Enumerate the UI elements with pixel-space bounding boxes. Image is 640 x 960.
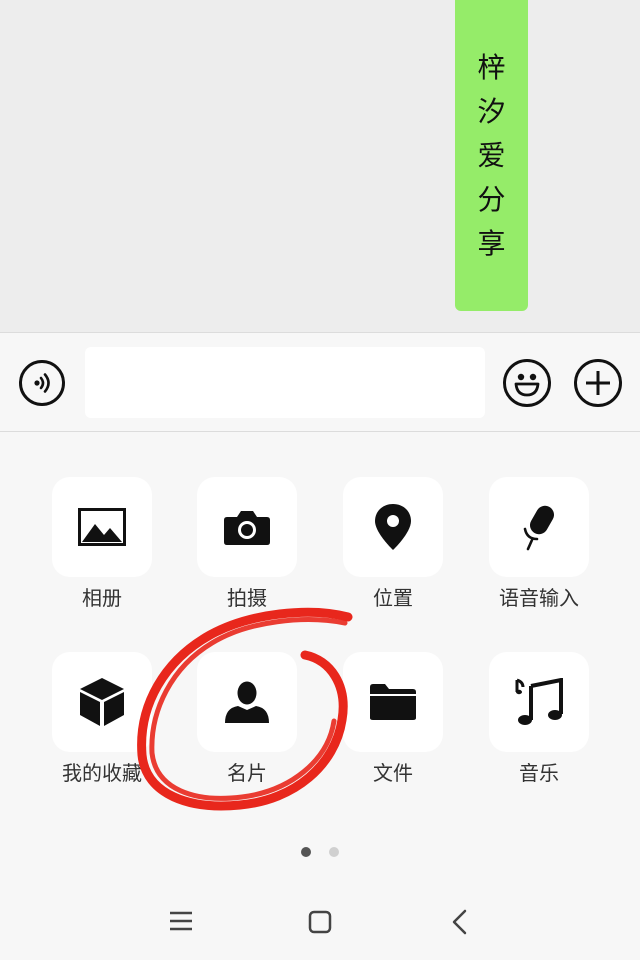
camera-icon <box>224 511 270 545</box>
camera-label: 拍摄 <box>227 586 267 610</box>
system-nav-bar <box>0 882 640 960</box>
voice-input-label: 语音输入 <box>499 586 579 610</box>
music-note-icon <box>515 678 563 725</box>
message-text-char: 汐 <box>477 94 506 128</box>
emoji-button[interactable] <box>503 359 551 407</box>
location-pin-icon <box>375 504 411 550</box>
favorites-label: 我的收藏 <box>62 761 142 785</box>
message-text-char: 爱 <box>477 138 506 172</box>
back-chevron-icon[interactable] <box>450 909 468 935</box>
emoji-icon <box>514 373 540 397</box>
message-bubble[interactable]: 梓 汐 爱 分 享 <box>455 0 528 311</box>
file-button[interactable] <box>343 652 443 752</box>
location-button[interactable] <box>343 477 443 577</box>
file-label: 文件 <box>373 761 413 785</box>
message-input[interactable] <box>85 347 485 418</box>
message-text-char: 享 <box>477 226 506 260</box>
page-dot[interactable] <box>329 847 339 857</box>
contact-card-label: 名片 <box>227 761 267 785</box>
location-label: 位置 <box>373 586 413 610</box>
message-text-char: 分 <box>477 182 506 216</box>
favorites-button[interactable] <box>52 652 152 752</box>
home-square-icon[interactable] <box>308 910 332 934</box>
function-panel: 相册 拍摄 位置 语音输入 我的收藏 名片 文件 音乐 <box>0 432 640 882</box>
voice-button[interactable] <box>19 360 65 406</box>
plus-icon <box>586 371 610 395</box>
cube-icon <box>80 678 124 726</box>
album-button[interactable] <box>52 477 152 577</box>
voice-input-button[interactable] <box>489 477 589 577</box>
contact-card-icon <box>225 681 269 723</box>
page-dot-active[interactable] <box>301 847 311 857</box>
contact-card-button[interactable] <box>197 652 297 752</box>
menu-icon[interactable] <box>168 910 194 932</box>
folder-icon <box>370 684 416 720</box>
voice-icon <box>34 373 50 393</box>
music-button[interactable] <box>489 652 589 752</box>
microphone-icon <box>523 505 554 551</box>
chat-area: 梓 汐 爱 分 享 <box>0 0 640 332</box>
input-bar <box>0 332 640 432</box>
more-button[interactable] <box>574 359 622 407</box>
album-label: 相册 <box>82 586 122 610</box>
image-icon <box>78 508 126 546</box>
message-text-char: 梓 <box>477 50 506 84</box>
music-label: 音乐 <box>519 761 559 785</box>
camera-button[interactable] <box>197 477 297 577</box>
